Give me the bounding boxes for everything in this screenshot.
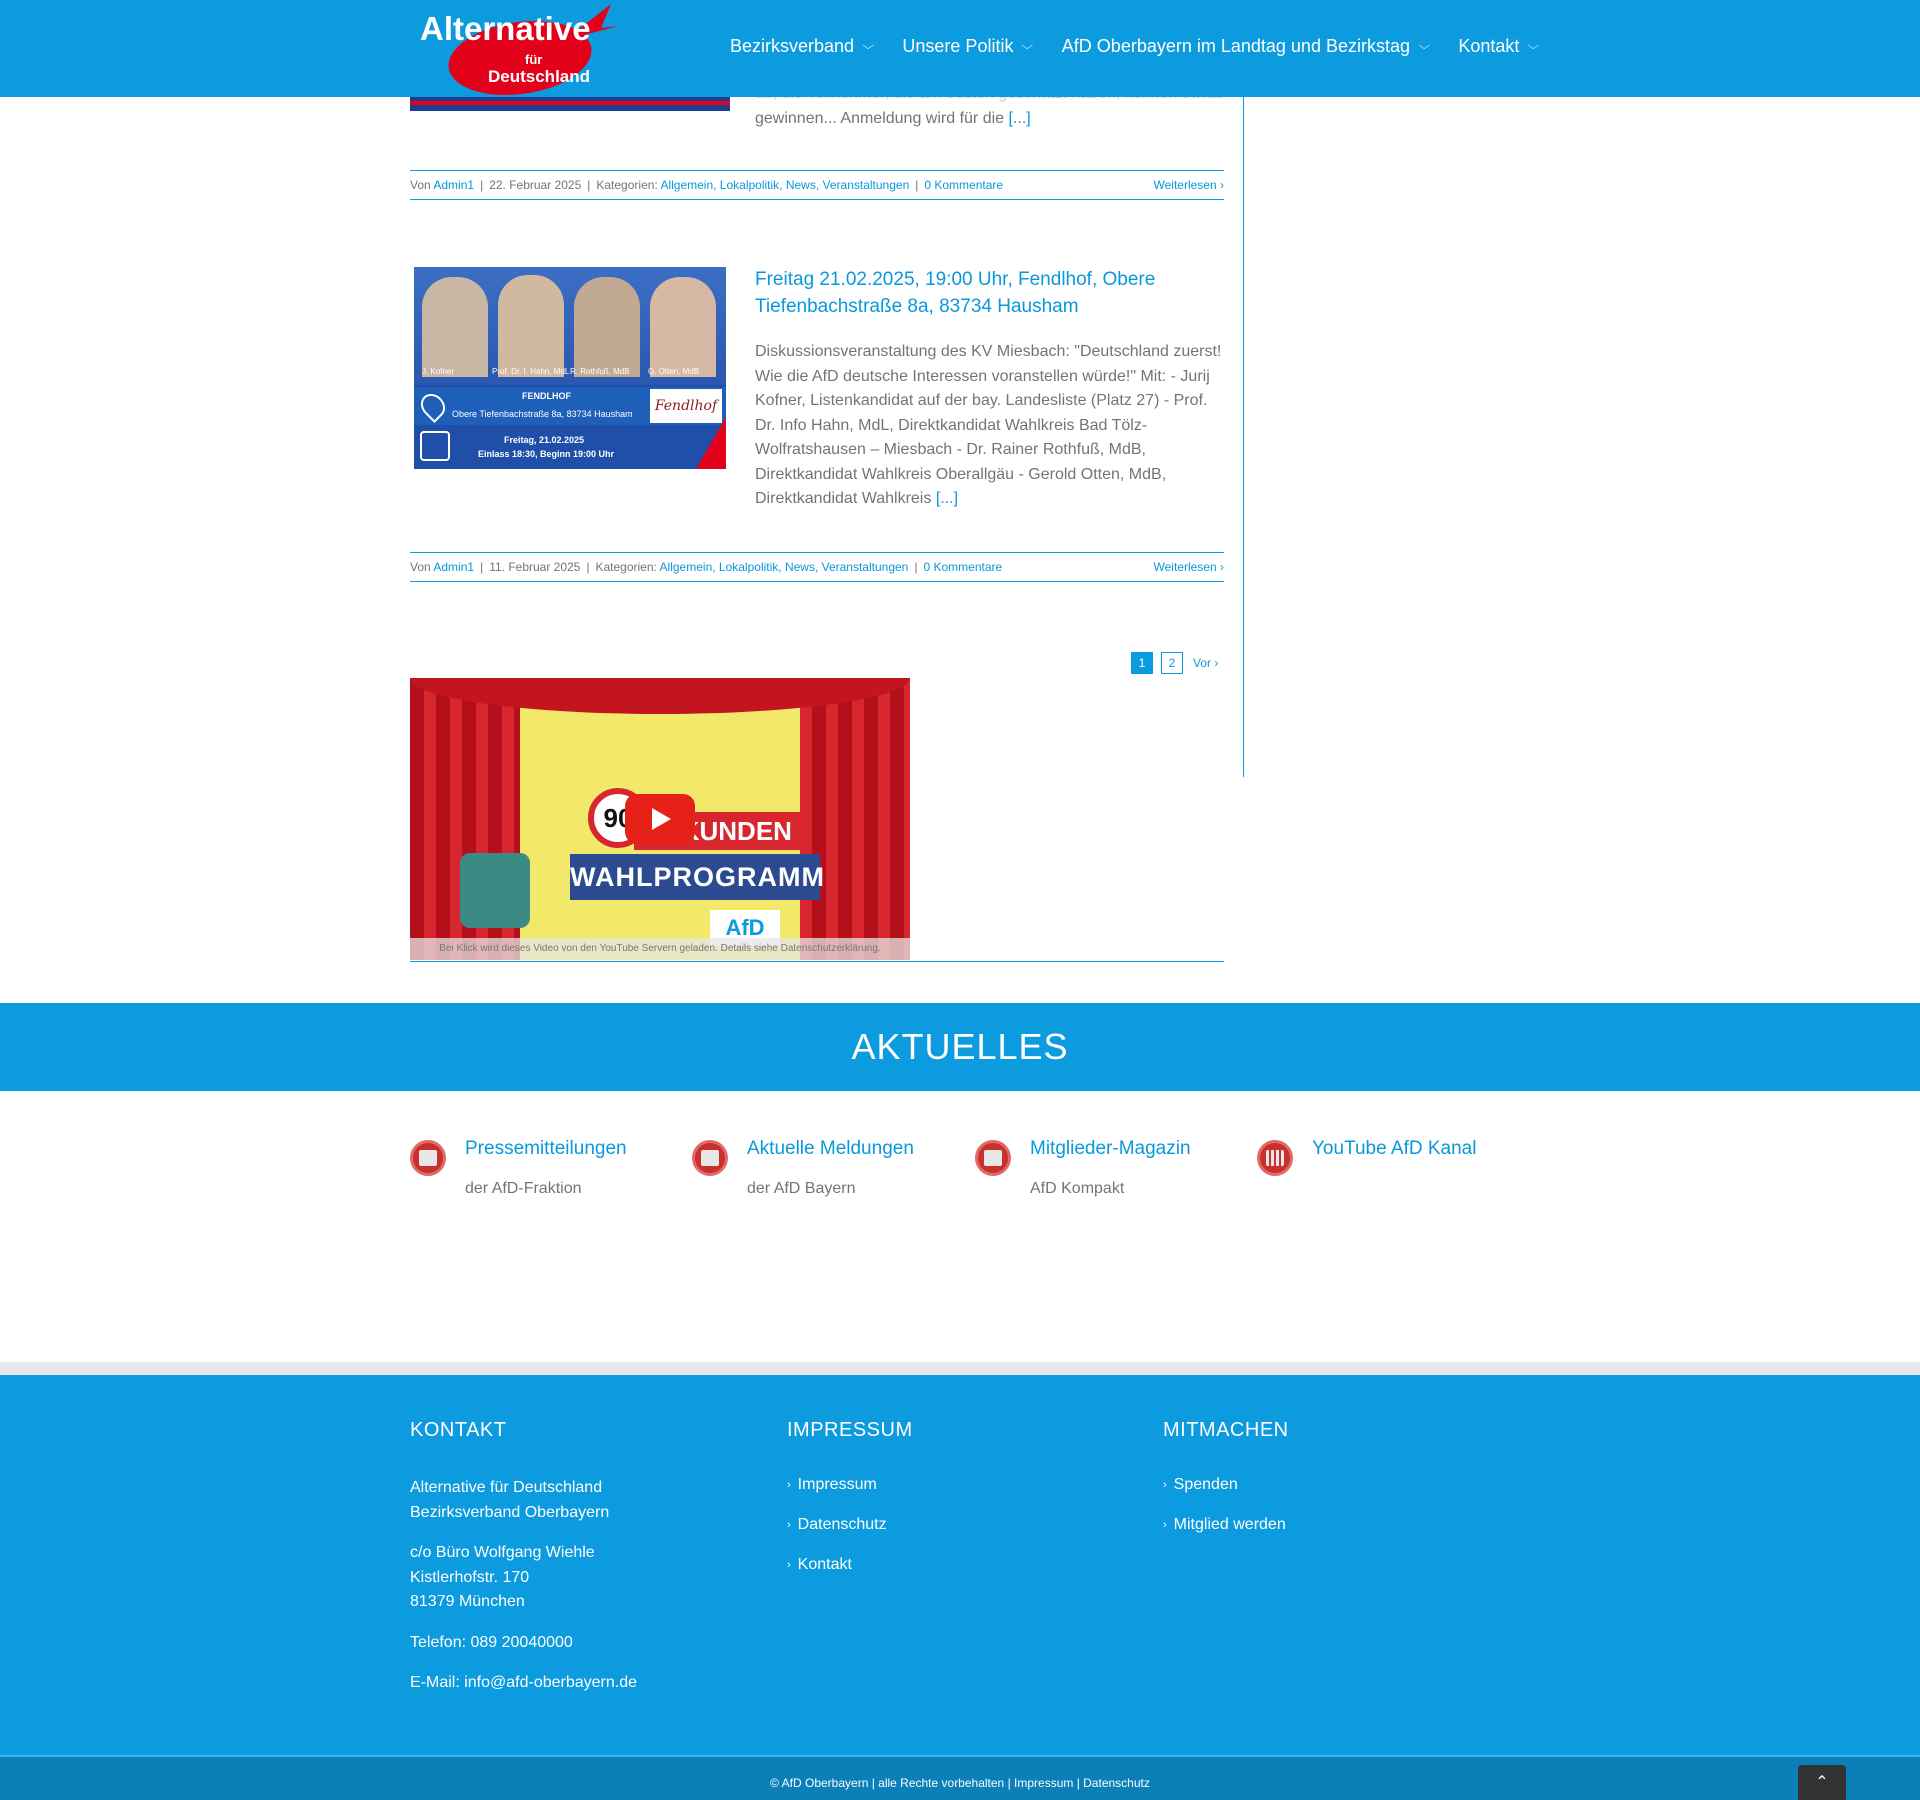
chevron-right-icon: › bbox=[787, 1479, 791, 1491]
post-2-more-link[interactable]: [...] bbox=[936, 490, 958, 507]
film-icon bbox=[1257, 1140, 1293, 1176]
author-link[interactable]: Admin1 bbox=[433, 560, 474, 574]
page-1-button[interactable]: 1 bbox=[1131, 652, 1153, 674]
footer-impressum-title: IMPRESSUM bbox=[787, 1419, 913, 1441]
next-page-link[interactable]: Vor › bbox=[1193, 656, 1218, 670]
chevron-right-icon: › bbox=[787, 1519, 791, 1531]
chevron-right-icon: › bbox=[1220, 178, 1224, 192]
scroll-to-top-button[interactable]: ⌃ bbox=[1798, 1765, 1846, 1800]
footer-impressum: IMPRESSUM › Impressum › Datenschutz › Konta… bbox=[787, 1419, 1107, 1596]
calendar-icon bbox=[420, 431, 450, 461]
feature-title[interactable]: Pressemitteilungen bbox=[465, 1138, 627, 1160]
post-1-image[interactable] bbox=[410, 97, 730, 111]
main-nav: Bezirksverband ⌵ Unsere Politik ⌵ AfD Ober… bbox=[730, 36, 1568, 57]
section-separator bbox=[0, 1362, 1920, 1376]
video-privacy-note: Bei Klick wird dieses Video von den YouT… bbox=[410, 938, 910, 960]
nav-bezirksverband[interactable]: Bezirksverband ⌵ bbox=[730, 36, 875, 57]
page-2-button[interactable]: 2 bbox=[1161, 652, 1183, 674]
curtain-right bbox=[800, 678, 910, 960]
footer-kontakt-title: KONTAKT bbox=[410, 1419, 507, 1441]
comments-link[interactable]: 0 Kommentare bbox=[923, 560, 1002, 574]
feature-title[interactable]: Mitglieder-Magazin bbox=[1030, 1138, 1191, 1160]
footer-kontakt: KONTAKT Alternative für Deutschland Bezir… bbox=[410, 1419, 730, 1712]
read-more-link[interactable]: Weiterlesen › bbox=[1154, 553, 1224, 581]
chevron-right-icon: › bbox=[787, 1559, 791, 1571]
chevron-down-icon: ⌵ bbox=[1527, 40, 1540, 52]
comments-link[interactable]: 0 Kommentare bbox=[924, 178, 1003, 192]
chevron-up-icon: ⌃ bbox=[1815, 1774, 1829, 1791]
site-footer: KONTAKT Alternative für Deutschland Bezir… bbox=[0, 1375, 1920, 1755]
sidebar-divider bbox=[1243, 97, 1244, 777]
footer-link-datenschutz[interactable]: › Datenschutz bbox=[787, 1516, 1107, 1534]
chevron-down-icon: ⌵ bbox=[862, 40, 875, 52]
category-links[interactable]: Allgemein, Lokalpolitik, News, Veranstal… bbox=[660, 560, 909, 574]
author-link[interactable]: Admin1 bbox=[433, 178, 474, 192]
content-divider bbox=[410, 961, 1224, 962]
post-1-more-link[interactable]: [...] bbox=[1009, 110, 1031, 127]
post-2-meta: Von Admin1 | 11. Februar 2025 | Kategorien: … bbox=[410, 552, 1224, 582]
footer-link-impressum[interactable]: › Impressum bbox=[787, 1476, 1107, 1494]
site-header: Alternative für Deutschland Bezirksverba… bbox=[0, 0, 1920, 97]
chevron-down-icon: ⌵ bbox=[1418, 40, 1430, 52]
copyright-bar: © AfD Oberbayern | alle Rechte vorbehalt… bbox=[0, 1755, 1920, 1800]
newspaper-icon bbox=[692, 1140, 728, 1176]
footer-mitmachen-title: MITMACHEN bbox=[1163, 1419, 1289, 1441]
post-1-meta: Von Admin1 | 22. Februar 2025 | Kategorien: … bbox=[410, 170, 1224, 200]
chevron-right-icon: › bbox=[1220, 560, 1224, 574]
footer-link-kontakt[interactable]: › Kontakt bbox=[787, 1556, 1107, 1574]
pagination: 1 2 Vor › bbox=[1131, 652, 1218, 674]
feature-title[interactable]: YouTube AfD Kanal bbox=[1312, 1138, 1476, 1160]
post-2-image[interactable]: J. Kofner Prof. Dr. I. Hahn, MdL R. Roth… bbox=[414, 267, 726, 469]
play-button-icon[interactable] bbox=[625, 794, 695, 844]
chevron-right-icon: › bbox=[1163, 1519, 1167, 1531]
footer-mitmachen: MITMACHEN › Spenden › Mitglied werden bbox=[1163, 1419, 1483, 1556]
aktuelles-heading: AKTUELLES bbox=[0, 1003, 1920, 1091]
read-more-link[interactable]: Weiterlesen › bbox=[1154, 171, 1224, 199]
chevron-right-icon: › bbox=[1163, 1479, 1167, 1491]
footer-email[interactable]: E-Mail: info@afd-oberbayern.de bbox=[410, 1671, 730, 1696]
newspaper-icon bbox=[975, 1140, 1011, 1176]
youtube-video-embed[interactable]: 90 SEKUNDEN WAHLPROGRAMM AfD Bei Klick w… bbox=[410, 678, 910, 960]
site-logo[interactable]: Alternative für Deutschland bbox=[415, 0, 625, 97]
feature-title[interactable]: Aktuelle Meldungen bbox=[747, 1138, 914, 1160]
footer-link-mitglied-werden[interactable]: › Mitglied werden bbox=[1163, 1516, 1483, 1534]
feature-subtitle: der AfD-Fraktion bbox=[465, 1180, 582, 1197]
feature-subtitle: AfD Kompakt bbox=[1030, 1180, 1125, 1197]
nav-landtag-bezirkstag[interactable]: AfD Oberbayern im Landtag und Bezirkstag… bbox=[1062, 36, 1430, 57]
film-camera-icon bbox=[460, 853, 530, 928]
svg-text:für: für bbox=[525, 52, 542, 67]
category-links[interactable]: Allgemein, Lokalpolitik, News, Veranstal… bbox=[660, 178, 909, 192]
chevron-down-icon: ⌵ bbox=[1021, 40, 1034, 52]
footer-phone: Telefon: 089 20040000 bbox=[410, 1633, 573, 1651]
chevron-right-icon: › bbox=[1214, 656, 1219, 670]
svg-text:Deutschland: Deutschland bbox=[488, 67, 590, 86]
newspaper-icon bbox=[410, 1140, 446, 1176]
footer-link-spenden[interactable]: › Spenden bbox=[1163, 1476, 1483, 1494]
feature-subtitle: der AfD Bayern bbox=[747, 1180, 856, 1197]
post-2-title[interactable]: Freitag 21.02.2025, 19:00 Uhr, Fendlhof,… bbox=[755, 266, 1225, 320]
nav-kontakt[interactable]: Kontakt ⌵ bbox=[1458, 36, 1540, 57]
svg-text:Alternative: Alternative bbox=[420, 10, 591, 47]
post-2-excerpt: Diskussionsveranstaltung des KV Miesbach… bbox=[755, 343, 1222, 507]
nav-unsere-politik[interactable]: Unsere Politik ⌵ bbox=[902, 36, 1034, 57]
